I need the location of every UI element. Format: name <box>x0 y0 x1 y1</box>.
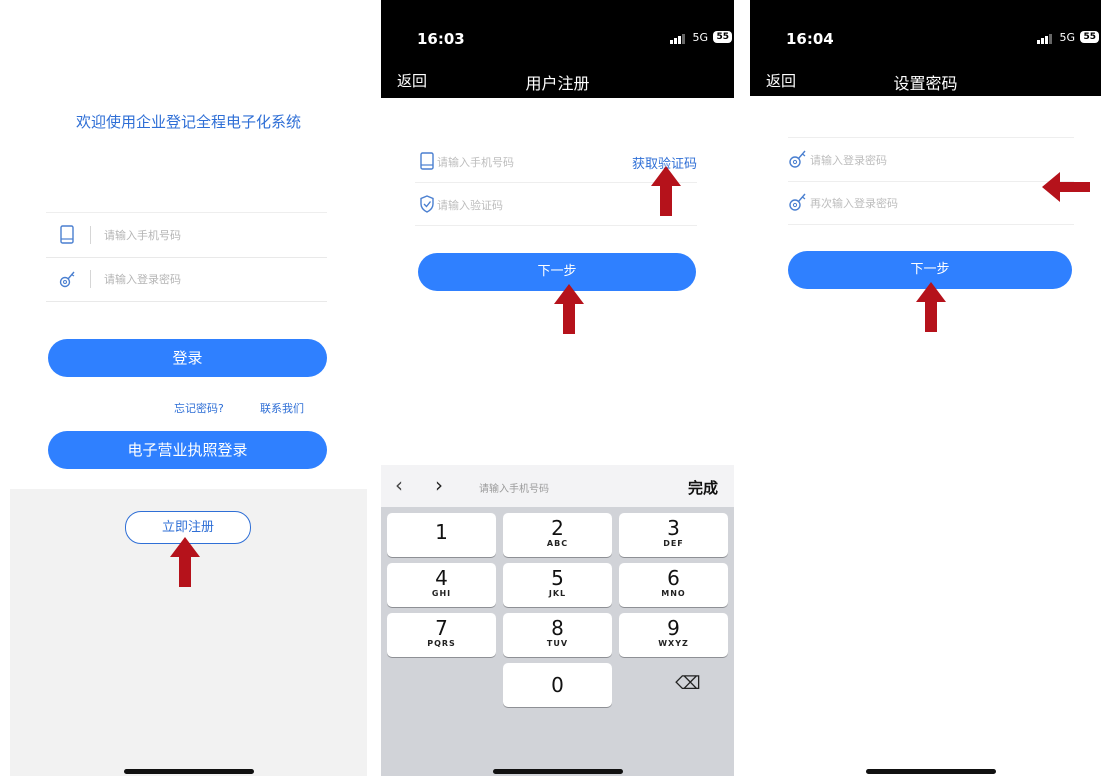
phone-placeholder: 请输入手机号码 <box>437 156 514 169</box>
up-arrow-icon <box>651 166 681 216</box>
welcome-title: 欢迎使用企业登记全程电子化系统 <box>75 113 301 131</box>
signal-icon <box>1037 34 1053 44</box>
network-label: 5G <box>1059 31 1075 44</box>
key-icon <box>789 150 806 168</box>
phone-field[interactable]: 请输入手机号码 <box>46 212 327 258</box>
password-placeholder: 请输入登录密码 <box>104 273 181 286</box>
home-indicator <box>493 769 623 774</box>
numeric-keyboard: ‹ › 请输入手机号码 完成 1 2 ABC 3 DEF 4 GHI 5 JKL… <box>381 465 734 776</box>
battery-icon: 55 <box>1080 31 1099 43</box>
confirm-password-placeholder: 再次输入登录密码 <box>810 197 898 210</box>
page-title: 设置密码 <box>893 74 958 93</box>
network-label: 5G <box>692 31 708 44</box>
up-arrow-icon <box>554 284 584 334</box>
key-2[interactable]: 2 ABC <box>503 513 612 557</box>
field-divider <box>90 270 91 288</box>
contact-us-link[interactable]: 联系我们 <box>260 400 304 416</box>
up-arrow-icon <box>916 282 946 332</box>
key-9[interactable]: 9 WXYZ <box>619 613 728 657</box>
keyboard-field-hint: 请输入手机号码 <box>479 484 549 495</box>
done-button[interactable]: 完成 <box>688 477 718 498</box>
login-button[interactable]: 登录 <box>48 339 327 377</box>
key-5[interactable]: 5 JKL <box>503 563 612 607</box>
register-screen: 16:03 5G 55 返回 用户注册 请输入手机号码 获取验证码 请输入验证码… <box>381 0 734 776</box>
status-nav-bar: 16:03 5G 55 返回 用户注册 <box>381 0 734 98</box>
key-icon <box>59 271 75 288</box>
password-field[interactable]: 请输入登录密码 <box>788 137 1074 182</box>
key-4[interactable]: 4 GHI <box>387 563 496 607</box>
key-3[interactable]: 3 DEF <box>619 513 728 557</box>
left-arrow-icon <box>1042 172 1090 202</box>
key-8[interactable]: 8 TUV <box>503 613 612 657</box>
phone-placeholder: 请输入手机号码 <box>104 229 181 242</box>
e-license-login-button[interactable]: 电子营业执照登录 <box>48 431 327 469</box>
forgot-password-link[interactable]: 忘记密码? <box>174 400 224 416</box>
battery-icon: 55 <box>713 31 732 43</box>
up-arrow-icon <box>170 537 200 587</box>
key-7[interactable]: 7 PQRS <box>387 613 496 657</box>
status-nav-bar: 16:04 5G 55 返回 设置密码 <box>750 0 1101 96</box>
status-time: 16:03 <box>417 30 465 48</box>
status-time: 16:04 <box>786 30 834 48</box>
key-0[interactable]: 0 <box>503 663 612 707</box>
keyboard-accessory-bar: ‹ › 请输入手机号码 完成 <box>381 465 734 507</box>
home-indicator <box>866 769 996 774</box>
password-field[interactable]: 请输入登录密码 <box>46 257 327 302</box>
chevron-left-icon[interactable]: ‹ <box>395 473 403 497</box>
confirm-password-field[interactable]: 再次输入登录密码 <box>788 181 1074 225</box>
page-title: 用户注册 <box>525 74 590 93</box>
phone-icon <box>60 225 74 244</box>
phone-icon <box>420 152 434 170</box>
key-icon <box>789 193 806 211</box>
key-1[interactable]: 1 <box>387 513 496 557</box>
password-placeholder: 请输入登录密码 <box>810 154 887 167</box>
key-6[interactable]: 6 MNO <box>619 563 728 607</box>
login-screen: 欢迎使用企业登记全程电子化系统 请输入手机号码 请输入登录密码 登录 忘记密码?… <box>10 0 367 776</box>
field-divider <box>90 226 91 244</box>
signal-icon <box>670 34 686 44</box>
home-indicator <box>124 769 254 774</box>
shield-icon <box>420 195 434 213</box>
chevron-right-icon[interactable]: › <box>435 473 443 497</box>
delete-key-icon[interactable]: ⌫ <box>663 673 713 699</box>
code-placeholder: 请输入验证码 <box>437 199 503 212</box>
set-password-screen: 16:04 5G 55 返回 设置密码 请输入登录密码 再次输入登录密码 下一步 <box>750 0 1101 776</box>
